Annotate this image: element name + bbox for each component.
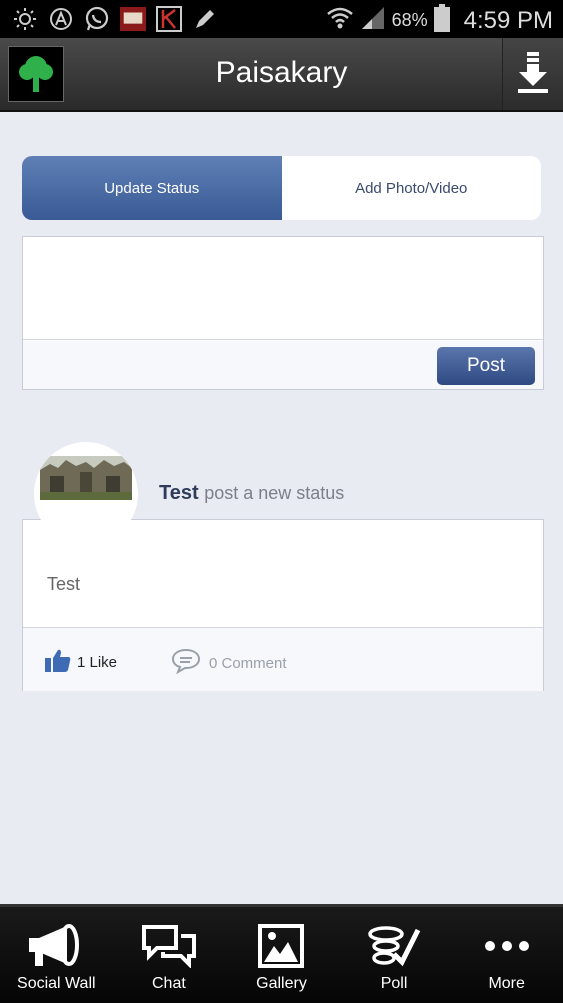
nav-label-more: More bbox=[488, 975, 525, 992]
app-logo-icon bbox=[120, 6, 146, 32]
signal-icon bbox=[360, 5, 386, 36]
tab-add-photo-video[interactable]: Add Photo/Video bbox=[282, 156, 542, 220]
nav-label-poll: Poll bbox=[380, 975, 408, 992]
post-footer: 1 Like 0 Comment bbox=[23, 627, 543, 691]
post-card: Test 1 Like 0 Comment bbox=[22, 519, 544, 691]
status-input[interactable] bbox=[23, 237, 543, 340]
comment-count: 0 Comment bbox=[209, 654, 287, 672]
clock: 4:59 PM bbox=[463, 6, 553, 34]
status-composer: Post bbox=[22, 236, 544, 390]
post-author[interactable]: Test bbox=[159, 482, 199, 504]
post-button[interactable]: Post bbox=[437, 347, 535, 385]
nav-label-social-wall: Social Wall bbox=[17, 975, 96, 992]
status-right: 68% 4:59 PM bbox=[326, 4, 553, 37]
like-button[interactable]: 1 Like bbox=[45, 648, 117, 676]
post-text: Test bbox=[47, 574, 81, 594]
comment-button[interactable]: 0 Comment bbox=[171, 648, 287, 678]
post-action-text: post a new status bbox=[204, 483, 345, 503]
app-a-icon bbox=[48, 6, 74, 32]
whatsapp-icon bbox=[84, 6, 110, 32]
pencil-icon bbox=[192, 6, 218, 32]
megaphone-icon bbox=[27, 923, 85, 969]
nav-social-wall[interactable]: Social Wall bbox=[0, 907, 113, 1003]
status-bar: 68% 4:59 PM bbox=[0, 0, 563, 38]
thumbs-up-icon bbox=[45, 648, 71, 676]
nav-more[interactable]: More bbox=[450, 907, 563, 1003]
app-k-icon bbox=[156, 6, 182, 32]
gallery-icon bbox=[258, 923, 305, 969]
nav-poll[interactable]: Poll bbox=[338, 907, 451, 1003]
comment-icon bbox=[171, 648, 201, 678]
notification-icons bbox=[12, 6, 218, 32]
bottom-nav: Social Wall Chat Gallery Poll More bbox=[0, 904, 563, 1003]
composer-footer: Post bbox=[23, 341, 543, 389]
like-count: 1 Like bbox=[77, 653, 118, 671]
nav-chat[interactable]: Chat bbox=[113, 907, 226, 1003]
app-bar: Paisakary bbox=[0, 38, 563, 112]
page-title: Paisakary bbox=[215, 56, 348, 89]
tab-update-status[interactable]: Update Status bbox=[22, 156, 282, 220]
wifi-icon bbox=[326, 5, 354, 36]
chat-icon bbox=[141, 923, 197, 969]
poll-icon bbox=[366, 923, 422, 969]
download-button[interactable] bbox=[502, 38, 563, 110]
nav-label-gallery: Gallery bbox=[256, 975, 307, 992]
status-tabs: Update Status Add Photo/Video bbox=[22, 156, 541, 220]
battery-icon bbox=[433, 4, 450, 37]
brightness-icon bbox=[12, 6, 38, 32]
post-header: Test post a new status bbox=[159, 482, 344, 505]
download-icon bbox=[516, 50, 550, 99]
more-icon bbox=[483, 923, 531, 969]
avatar-image bbox=[40, 456, 132, 500]
avatar[interactable] bbox=[34, 442, 138, 546]
nav-label-chat: Chat bbox=[151, 975, 186, 992]
nav-gallery[interactable]: Gallery bbox=[225, 907, 338, 1003]
battery-percent: 68% bbox=[391, 10, 428, 30]
